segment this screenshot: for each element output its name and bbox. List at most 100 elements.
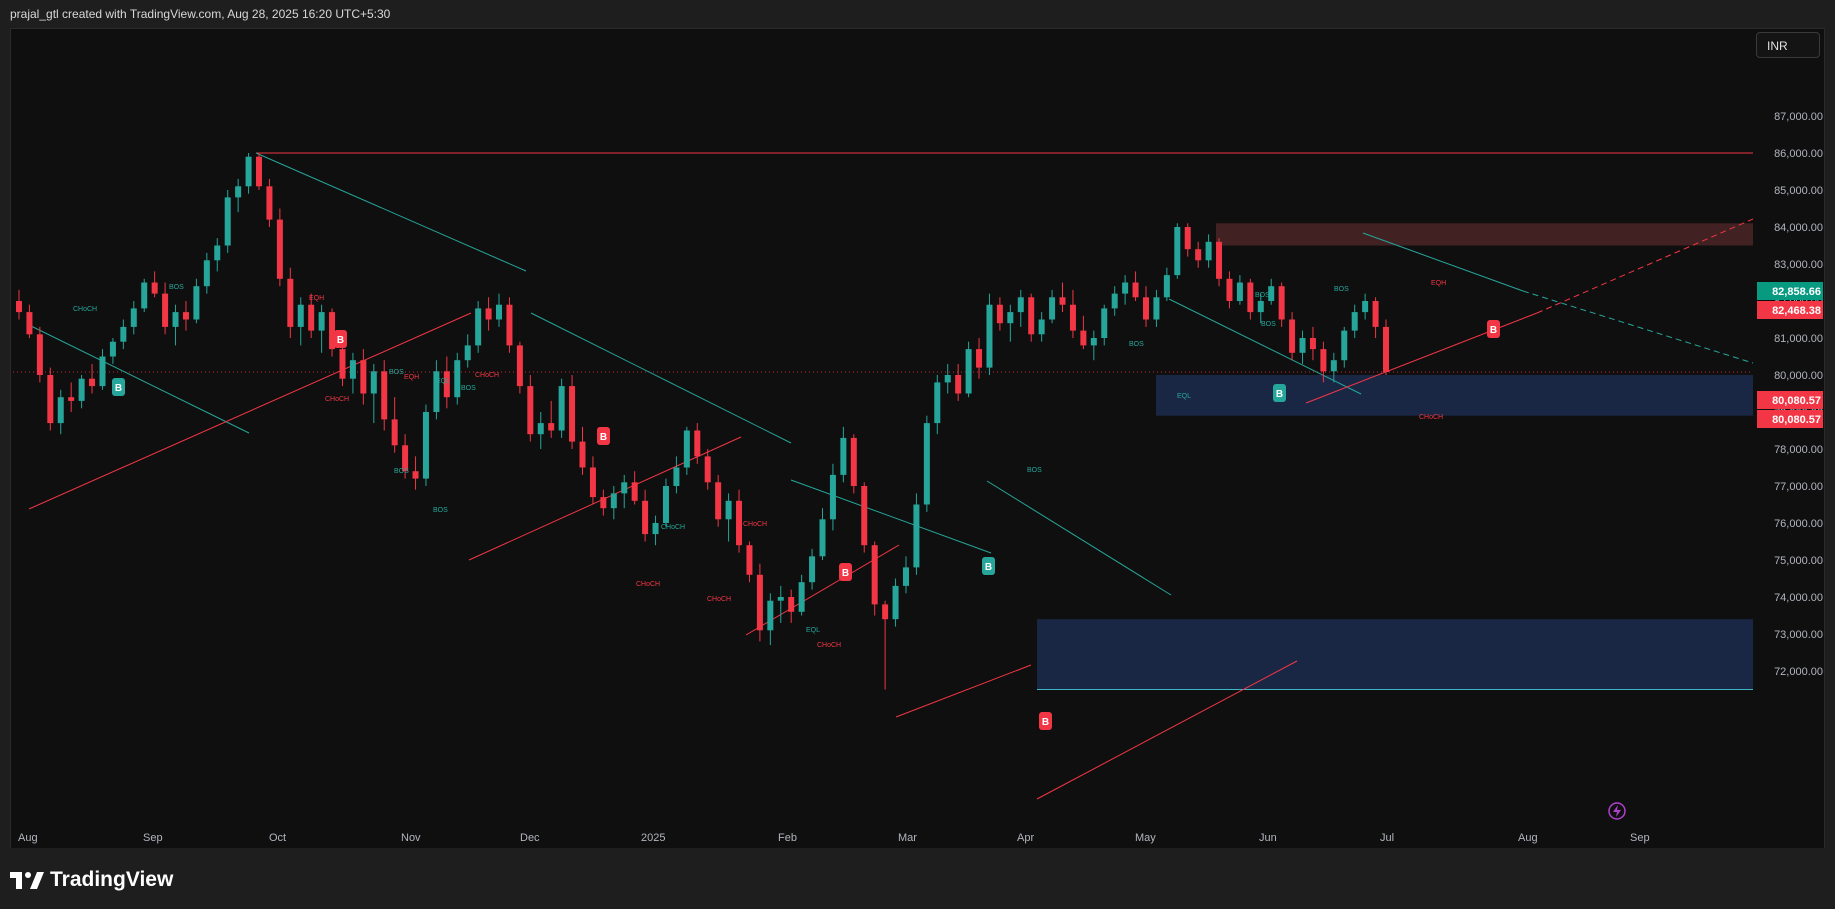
attribution-bar: prajal_gtl created with TradingView.com,… [0, 0, 1835, 28]
candle-body [1351, 312, 1358, 331]
buy-signal-label: B [1490, 325, 1497, 336]
x-axis-tick-label: Mar [898, 832, 917, 844]
candle-body [1101, 308, 1108, 338]
candle-body [381, 371, 388, 420]
structure-label: CHoCH [707, 596, 731, 603]
candle-body [902, 567, 909, 586]
candle-body [130, 308, 137, 327]
trend-line [986, 480, 1172, 596]
candle-body [370, 371, 377, 394]
lightning-bolt-icon [1613, 805, 1621, 817]
candle-body [976, 349, 983, 368]
candle-body [454, 360, 461, 398]
candle-body [537, 423, 544, 435]
y-axis-tick-label: 83,000.00 [1774, 259, 1823, 271]
price-label-text: 82,468.38 [1772, 305, 1821, 317]
candle-body [47, 375, 54, 424]
x-axis-tick-label: May [1135, 832, 1156, 844]
y-axis-tick-label: 75,000.00 [1774, 555, 1823, 567]
candle-body [1383, 326, 1389, 373]
candle-body [349, 360, 356, 379]
trend-line [255, 152, 527, 272]
buy-signal-label: B [1276, 389, 1283, 400]
structure-label: CHoCH [661, 524, 685, 531]
x-axis-tick-label: Dec [520, 832, 540, 844]
candle-body [662, 486, 669, 523]
currency-button[interactable]: INR [1756, 32, 1820, 58]
candle-body [172, 312, 179, 327]
candle-body [109, 341, 116, 357]
structure-label: CHoCH [817, 642, 841, 649]
candle-body [16, 301, 22, 313]
chart-pane[interactable]: CHoCH BOS EQH BOS CHoCH EQH CHoCH EQL BOS BOS CHoC… [10, 28, 1825, 850]
y-axis-tick-label: 78,000.00 [1774, 444, 1823, 456]
candle-body [673, 467, 680, 486]
candle-body [558, 386, 565, 431]
candle-body [1007, 312, 1014, 324]
structure-label: BOS [169, 284, 184, 291]
structure-label: BOS [1261, 321, 1276, 328]
candle-body [1059, 297, 1066, 305]
candle-body [1278, 286, 1285, 320]
candle-body [1017, 297, 1024, 313]
candle-body [1184, 227, 1191, 250]
candle-body [182, 312, 189, 320]
candle-body [913, 504, 920, 568]
candle-body [1142, 297, 1149, 320]
structure-label: BOS [1334, 286, 1349, 293]
candle-body [422, 412, 429, 479]
y-axis-tick-label: 72,000.00 [1774, 666, 1823, 678]
candle-body [1090, 338, 1097, 346]
candle-body [1132, 282, 1139, 298]
structure-label: BOS [394, 468, 409, 475]
price-label-text: 82,858.66 [1772, 286, 1821, 298]
structure-label: CHoCH [325, 396, 349, 403]
structure-label: BOS [433, 507, 448, 514]
candle-body [1330, 360, 1337, 372]
candle-body [715, 482, 722, 520]
candle-body [1174, 227, 1181, 276]
buy-signal-label: B [115, 383, 122, 394]
candle-body [798, 582, 805, 612]
candle-body [1080, 330, 1087, 346]
buy-signal-label: B [985, 562, 992, 573]
candle-body [1341, 330, 1348, 361]
structure-label: CHoCH [636, 581, 660, 588]
buy-signal-label: B [1042, 717, 1049, 728]
candle-body [1069, 304, 1076, 331]
candle-body [527, 386, 534, 435]
structure-label: CHoCH [475, 372, 499, 379]
y-axis-tick-label: 86,000.00 [1774, 148, 1823, 160]
candle-body [1163, 275, 1170, 298]
structure-label: CHoCH [73, 306, 97, 313]
candle-body [819, 519, 826, 557]
candlestick-chart[interactable]: CHoCHBOSEQHBOSCHoCHEQH CHoCHEQLBOSBOSCHoC… [11, 29, 1824, 849]
candle-body [548, 423, 555, 431]
candle-body [725, 500, 732, 520]
candle-body [642, 500, 649, 535]
buy-signal-label: B [842, 568, 849, 579]
y-axis-tick-label: 77,000.00 [1774, 481, 1823, 493]
candle-body [245, 156, 252, 187]
candle-body [1153, 297, 1160, 320]
candle-body [934, 382, 941, 424]
candle-body [485, 308, 492, 320]
structure-label: BOS [1027, 467, 1042, 474]
structure-label: EQH [309, 295, 324, 302]
candle-body [746, 545, 753, 575]
candle-body [694, 430, 701, 457]
candle-body [1111, 293, 1118, 309]
candle-body [986, 304, 993, 368]
candle-body [475, 308, 482, 346]
candle-body [1372, 301, 1379, 327]
structure-label: EQH [1431, 280, 1446, 287]
candle-body [224, 197, 231, 246]
candle-body [569, 386, 576, 442]
candle-body [1195, 249, 1202, 261]
candle-body [203, 260, 210, 287]
tradingview-logo[interactable]: TradingView [10, 868, 173, 892]
structure-label: CHoCH [743, 521, 767, 528]
structure-label: BOS [1129, 341, 1144, 348]
candle-body [652, 523, 659, 535]
candle-body [162, 293, 169, 327]
